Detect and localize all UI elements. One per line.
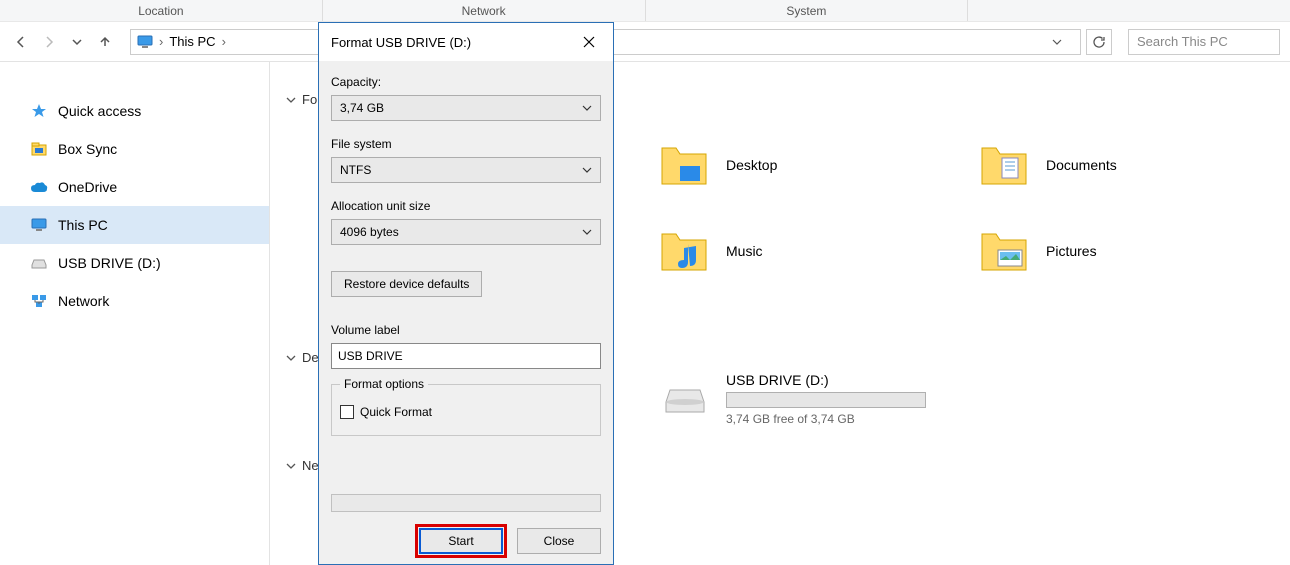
section-header-folders[interactable]: Fo bbox=[286, 92, 317, 107]
sidebar-item-this-pc[interactable]: This PC bbox=[0, 206, 269, 244]
ribbon-group-system: System bbox=[646, 0, 969, 21]
close-button[interactable]: Close bbox=[517, 528, 601, 554]
network-icon bbox=[30, 292, 48, 310]
folder-label: Documents bbox=[1046, 157, 1117, 173]
volume-label-label: Volume label bbox=[331, 323, 601, 337]
section-header-network[interactable]: Ne bbox=[286, 458, 319, 473]
ribbon-groups: Location Network System bbox=[0, 0, 1290, 22]
folder-label: Desktop bbox=[726, 157, 777, 173]
sidebar-item-box-sync[interactable]: Box Sync bbox=[0, 130, 269, 168]
sidebar-item-quick-access[interactable]: Quick access bbox=[0, 92, 269, 130]
start-button[interactable]: Start bbox=[419, 528, 503, 554]
allocation-value: 4096 bytes bbox=[340, 225, 399, 239]
sidebar-item-label: Network bbox=[58, 293, 109, 309]
format-options-fieldset: Format options Quick Format bbox=[331, 377, 601, 436]
this-pc-icon bbox=[137, 35, 153, 49]
folder-desktop[interactable]: Desktop bbox=[660, 122, 980, 208]
quick-format-checkbox[interactable] bbox=[340, 405, 354, 419]
chevron-down-icon bbox=[582, 227, 592, 237]
close-icon[interactable] bbox=[575, 28, 603, 56]
back-button[interactable] bbox=[10, 31, 32, 53]
nav-row: › This PC › Search This PC bbox=[0, 22, 1290, 62]
chevron-down-icon bbox=[582, 165, 592, 175]
drive-usage-bar bbox=[726, 392, 926, 408]
forward-button[interactable] bbox=[38, 31, 60, 53]
folder-icon bbox=[980, 144, 1028, 186]
section-header-devices[interactable]: De bbox=[286, 350, 319, 365]
format-progress-bar bbox=[331, 494, 601, 512]
filesystem-label: File system bbox=[331, 137, 601, 151]
ribbon-group-network: Network bbox=[323, 0, 646, 21]
folder-label: Pictures bbox=[1046, 243, 1097, 259]
capacity-value: 3,74 GB bbox=[340, 101, 384, 115]
restore-defaults-button[interactable]: Restore device defaults bbox=[331, 271, 482, 297]
ribbon-group-location: Location bbox=[0, 0, 323, 21]
allocation-label: Allocation unit size bbox=[331, 199, 601, 213]
folder-icon bbox=[980, 230, 1028, 272]
dialog-title: Format USB DRIVE (D:) bbox=[331, 35, 471, 50]
sidebar-item-network[interactable]: Network bbox=[0, 282, 269, 320]
address-dropdown-icon[interactable] bbox=[1052, 37, 1074, 47]
drive-usb[interactable]: USB DRIVE (D:) 3,74 GB free of 3,74 GB bbox=[660, 372, 926, 426]
refresh-button[interactable] bbox=[1086, 29, 1112, 55]
chevron-down-icon bbox=[286, 353, 296, 363]
folder-music[interactable]: Music bbox=[660, 208, 980, 294]
folder-documents[interactable]: Documents bbox=[980, 122, 1290, 208]
box-icon bbox=[30, 140, 48, 158]
format-dialog: Format USB DRIVE (D:) Capacity: 3,74 GB … bbox=[318, 22, 614, 565]
breadcrumb-this-pc[interactable]: This PC bbox=[169, 34, 215, 49]
ribbon-group-empty bbox=[968, 0, 1290, 21]
this-pc-icon bbox=[30, 216, 48, 234]
drive-name: USB DRIVE (D:) bbox=[726, 372, 926, 388]
sidebar-item-label: This PC bbox=[58, 217, 108, 233]
folder-icon bbox=[660, 144, 708, 186]
sidebar-item-label: Box Sync bbox=[58, 141, 117, 157]
chevron-down-icon bbox=[286, 95, 296, 105]
folder-pictures[interactable]: Pictures bbox=[980, 208, 1290, 294]
sidebar-item-label: USB DRIVE (D:) bbox=[58, 255, 161, 271]
sidebar-item-label: OneDrive bbox=[58, 179, 117, 195]
cloud-icon bbox=[30, 178, 48, 196]
search-input[interactable]: Search This PC bbox=[1128, 29, 1280, 55]
sidebar: Quick access Box Sync OneDrive This PC U… bbox=[0, 62, 270, 565]
filesystem-value: NTFS bbox=[340, 163, 371, 177]
capacity-select[interactable]: 3,74 GB bbox=[331, 95, 601, 121]
star-icon bbox=[30, 102, 48, 120]
up-button[interactable] bbox=[94, 31, 116, 53]
section-header-label: De bbox=[302, 350, 319, 365]
chevron-down-icon bbox=[582, 103, 592, 113]
quick-format-label: Quick Format bbox=[360, 405, 432, 419]
drive-icon bbox=[30, 254, 48, 272]
chevron-right-icon: › bbox=[159, 34, 163, 49]
format-options-legend: Format options bbox=[340, 377, 428, 391]
section-header-label: Ne bbox=[302, 458, 319, 473]
filesystem-select[interactable]: NTFS bbox=[331, 157, 601, 183]
drive-free-text: 3,74 GB free of 3,74 GB bbox=[726, 412, 926, 426]
folder-icon bbox=[660, 230, 708, 272]
sidebar-item-onedrive[interactable]: OneDrive bbox=[0, 168, 269, 206]
recent-locations-dropdown[interactable] bbox=[66, 31, 88, 53]
chevron-down-icon bbox=[286, 461, 296, 471]
capacity-label: Capacity: bbox=[331, 75, 601, 89]
section-header-label: Fo bbox=[302, 92, 317, 107]
volume-label-input[interactable] bbox=[331, 343, 601, 369]
sidebar-item-label: Quick access bbox=[58, 103, 141, 119]
search-placeholder: Search This PC bbox=[1137, 34, 1228, 49]
folder-label: Music bbox=[726, 243, 763, 259]
drive-icon bbox=[660, 380, 708, 416]
sidebar-item-usb-drive[interactable]: USB DRIVE (D:) bbox=[0, 244, 269, 282]
allocation-select[interactable]: 4096 bytes bbox=[331, 219, 601, 245]
dialog-title-bar[interactable]: Format USB DRIVE (D:) bbox=[319, 23, 613, 61]
chevron-right-icon: › bbox=[222, 34, 226, 49]
